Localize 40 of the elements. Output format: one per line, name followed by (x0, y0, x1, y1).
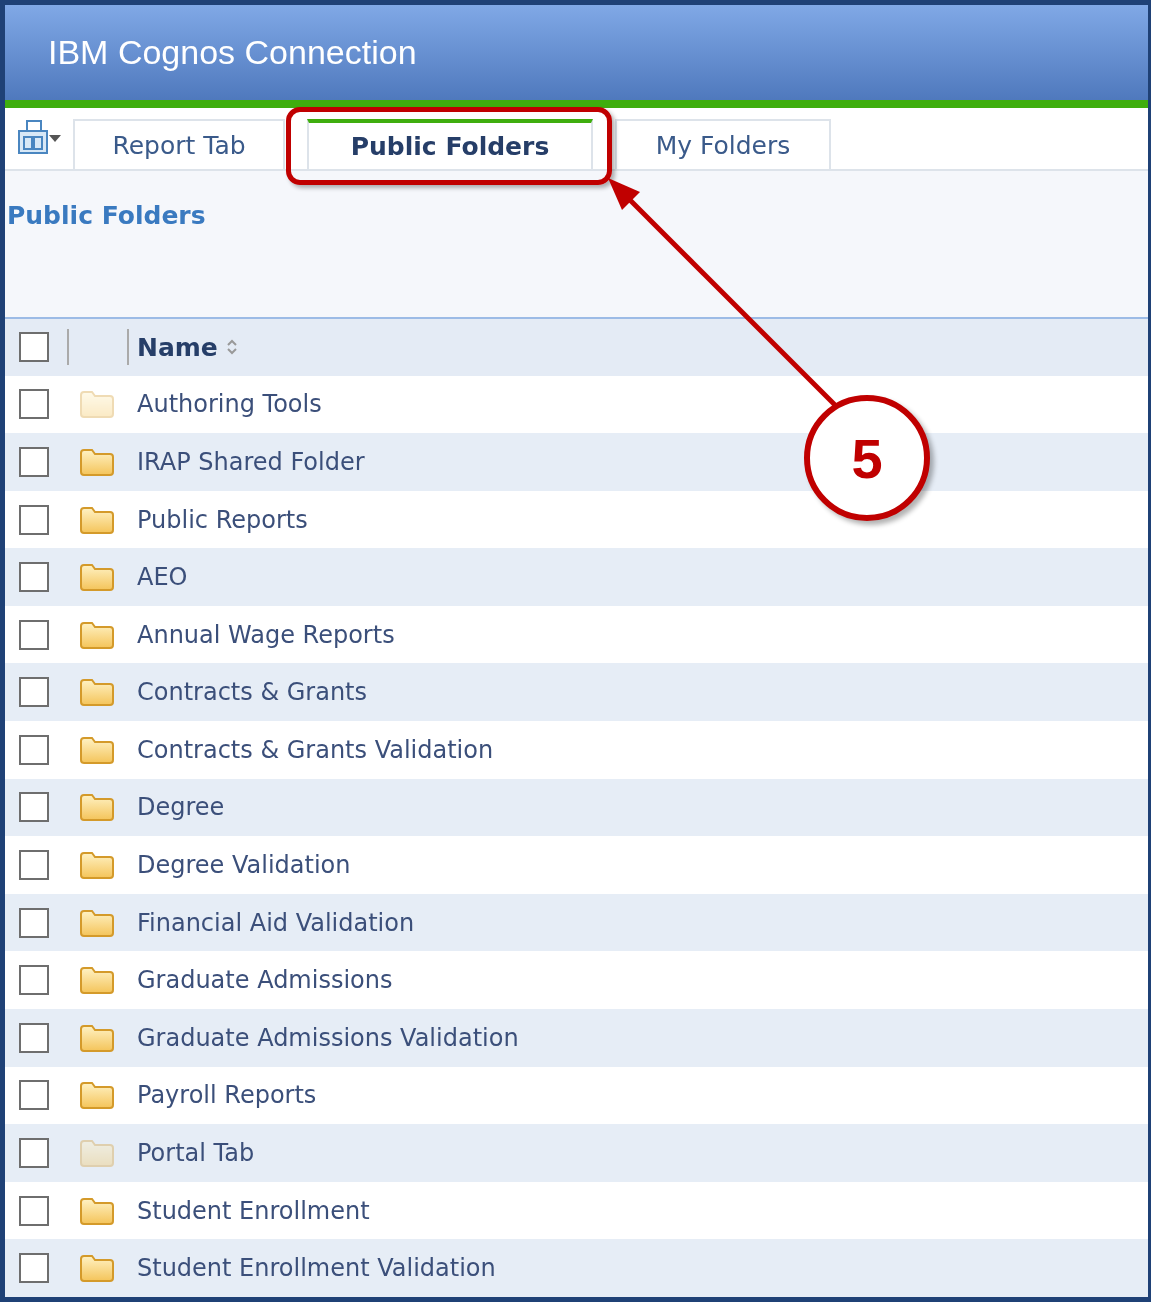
row-checkbox[interactable] (19, 1022, 49, 1053)
folder-link[interactable]: Contracts & Grants Validation (137, 735, 494, 764)
row-checkbox[interactable] (19, 1080, 49, 1111)
folder-link[interactable]: Payroll Reports (137, 1081, 317, 1110)
row-checkbox[interactable] (19, 850, 49, 881)
row-checkbox[interactable] (19, 619, 49, 650)
tab[interactable]: Report Tab (73, 119, 285, 170)
folder-link[interactable]: Authoring Tools (137, 390, 322, 419)
folder-link[interactable]: Financial Aid Validation (137, 908, 415, 937)
select-all-checkbox[interactable] (19, 332, 49, 362)
tab[interactable]: My Folders (615, 119, 831, 170)
row-checkbox[interactable] (19, 389, 49, 420)
window-title: IBM Cognos Connection (48, 32, 417, 72)
column-header[interactable]: Name (137, 332, 218, 362)
row-checkbox[interactable] (19, 504, 49, 535)
folder-link[interactable]: Graduate Admissions Validation (137, 1023, 519, 1052)
folder-link[interactable]: Annual Wage Reports (137, 620, 395, 649)
row-checkbox[interactable] (19, 1253, 49, 1284)
folder-link[interactable]: Degree (137, 793, 225, 822)
row-checkbox[interactable] (19, 907, 49, 938)
row-checkbox[interactable] (19, 677, 49, 708)
folder-link[interactable]: Student Enrollment (137, 1196, 370, 1225)
folder-link[interactable]: Public Reports (137, 505, 308, 534)
row-checkbox[interactable] (19, 1195, 49, 1226)
row-checkbox[interactable] (19, 562, 49, 593)
folder-link[interactable]: Degree Validation (137, 851, 351, 880)
folder-link[interactable]: Portal Tab (137, 1139, 255, 1168)
folders-menu-icon[interactable] (17, 119, 63, 156)
row-checkbox[interactable] (19, 965, 49, 996)
page-title: Public Folders (7, 201, 206, 231)
folder-link[interactable]: Student Enrollment Validation (137, 1254, 496, 1283)
tab[interactable]: Public Folders (307, 119, 593, 170)
row-checkbox[interactable] (19, 734, 49, 765)
row-checkbox[interactable] (19, 1138, 49, 1169)
folder-link[interactable]: Graduate Admissions (137, 966, 393, 995)
folder-link[interactable]: AEO (137, 563, 188, 592)
row-checkbox[interactable] (19, 446, 49, 477)
row-checkbox[interactable] (19, 792, 49, 823)
folder-link[interactable]: Contracts & Grants (137, 678, 367, 707)
folder-link[interactable]: IRAP Shared Folder (137, 447, 365, 476)
